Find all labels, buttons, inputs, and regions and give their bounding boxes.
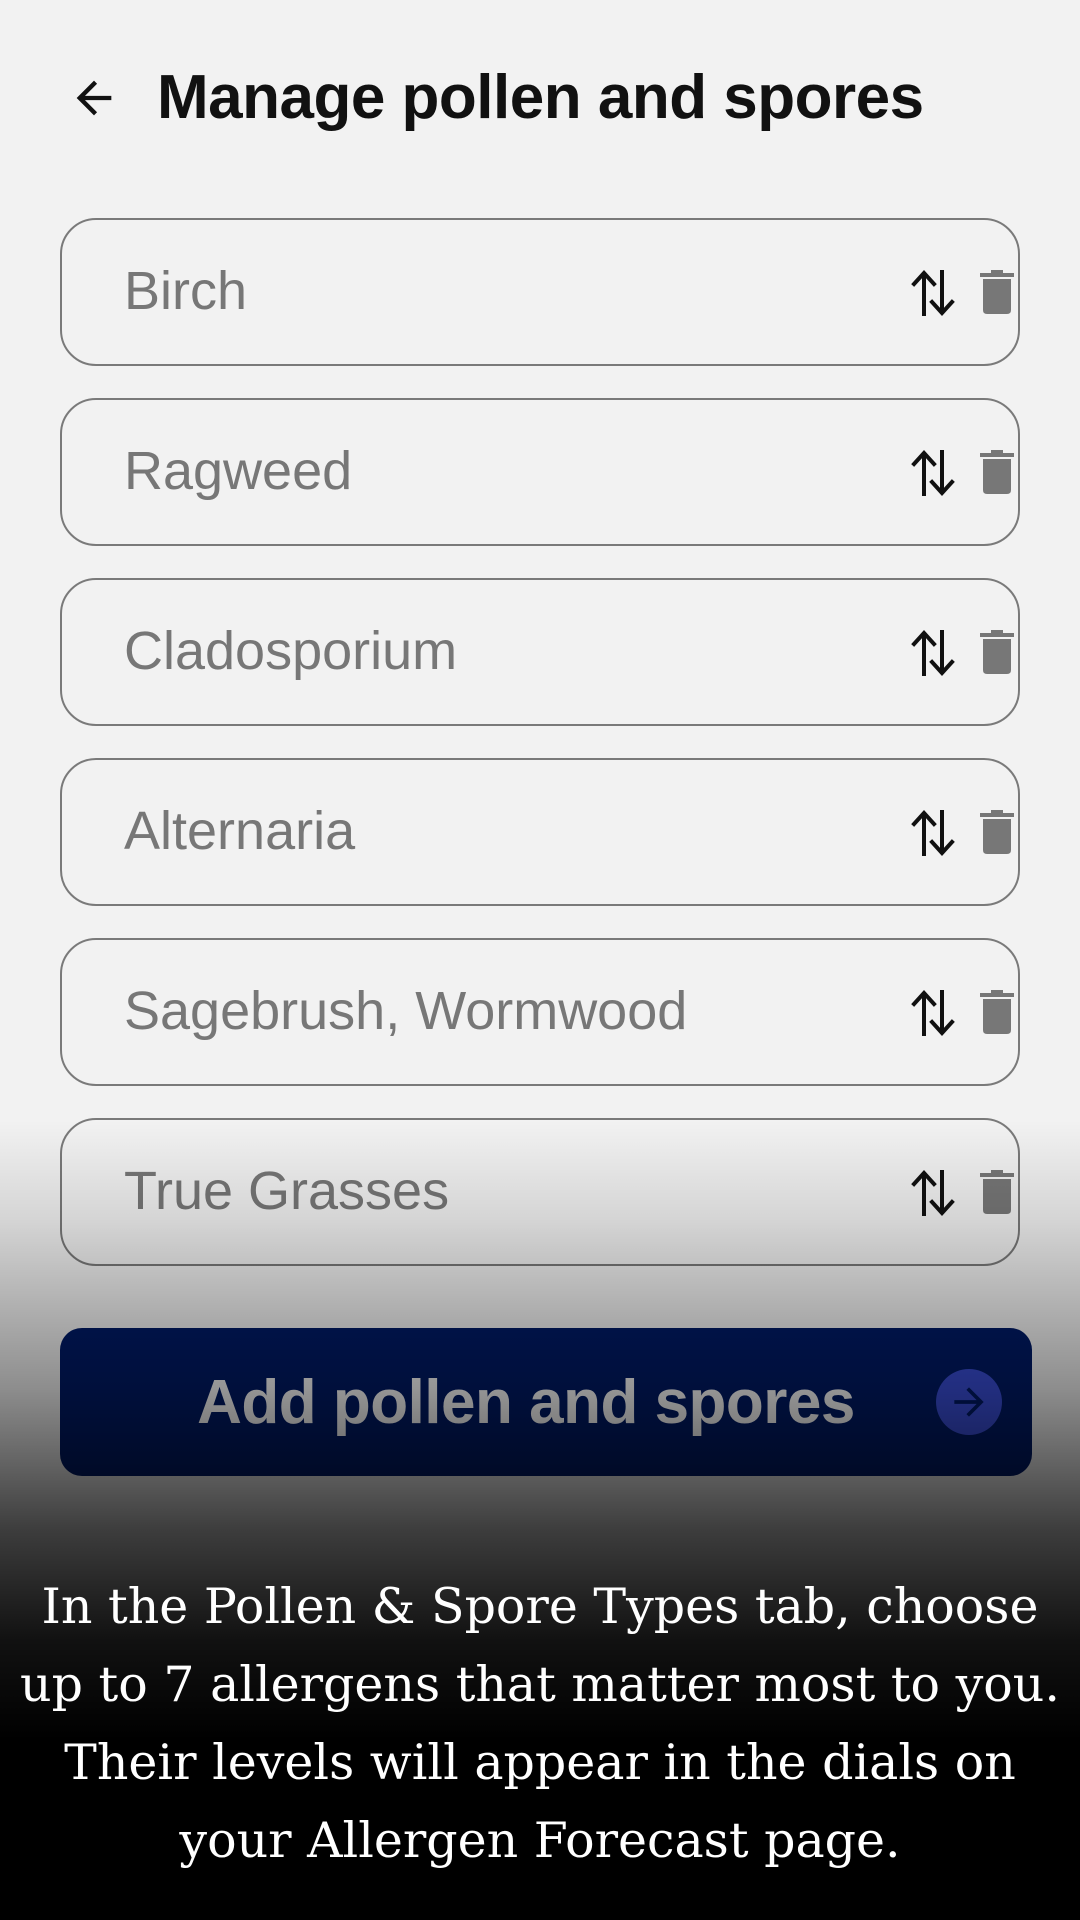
- trash-icon[interactable]: [980, 450, 1014, 494]
- trash-icon[interactable]: [980, 270, 1014, 314]
- allergen-item-true-grasses[interactable]: True Grasses: [60, 1118, 1020, 1266]
- allergen-item-sagebrush-wormwood[interactable]: Sagebrush, Wormwood: [60, 938, 1020, 1086]
- allergen-label: Sagebrush, Wormwood: [124, 981, 688, 1041]
- swap-vertical-icon[interactable]: [910, 808, 956, 858]
- swap-vertical-icon[interactable]: [910, 628, 956, 678]
- allergen-item-birch[interactable]: Birch: [60, 218, 1020, 366]
- trash-icon[interactable]: [980, 810, 1014, 854]
- allergen-item-ragweed[interactable]: Ragweed: [60, 398, 1020, 546]
- allergen-label: Birch: [124, 261, 248, 321]
- allergen-item-cladosporium[interactable]: Cladosporium: [60, 578, 1020, 726]
- add-button-label: Add pollen and spores: [197, 1367, 855, 1437]
- trash-icon[interactable]: [980, 630, 1014, 674]
- back-button[interactable]: [62, 66, 126, 130]
- page-title: Manage pollen and spores: [157, 63, 924, 132]
- swap-vertical-icon[interactable]: [910, 1168, 956, 1218]
- allergen-item-alternaria[interactable]: Alternaria: [60, 758, 1020, 906]
- app-header: Manage pollen and spores: [0, 0, 1080, 200]
- trash-icon[interactable]: [980, 990, 1014, 1034]
- trash-icon[interactable]: [980, 1170, 1014, 1214]
- allergen-list: Birch Ragweed Cladosporium Alternaria Sa…: [60, 218, 1020, 1298]
- allergen-label: Alternaria: [124, 801, 356, 861]
- arrow-left-icon: [76, 80, 112, 116]
- swap-vertical-icon[interactable]: [910, 988, 956, 1038]
- tutorial-tip-text: In the Pollen & Spore Types tab, choose …: [20, 1578, 1060, 1869]
- allergen-label: Cladosporium: [124, 621, 458, 681]
- add-pollen-and-spores-button[interactable]: Add pollen and spores: [60, 1328, 1032, 1476]
- allergen-label: True Grasses: [124, 1161, 450, 1221]
- swap-vertical-icon[interactable]: [910, 268, 956, 318]
- swap-vertical-icon[interactable]: [910, 448, 956, 498]
- arrow-right-circle-icon: [936, 1369, 1002, 1435]
- allergen-label: Ragweed: [124, 441, 353, 501]
